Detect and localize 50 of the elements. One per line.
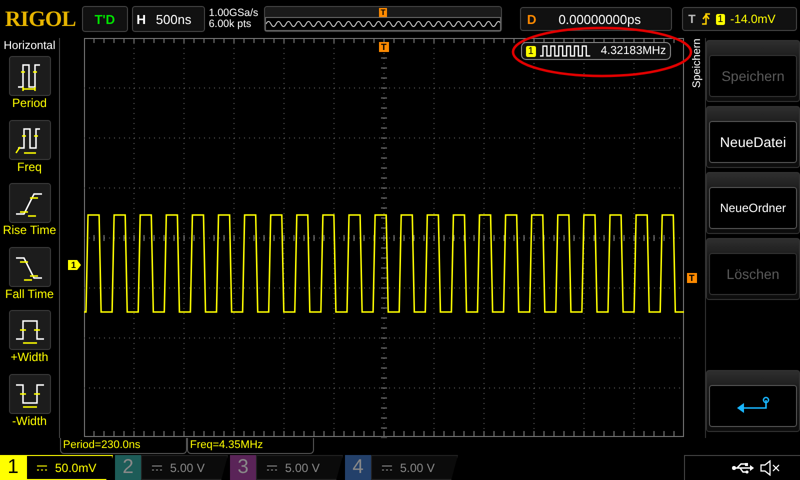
return-arrow-icon xyxy=(735,396,771,416)
measurement-result: Freq=4.35MHz xyxy=(187,438,314,454)
channel-scale: 5.00 V xyxy=(170,460,205,474)
channel-badge: 1 xyxy=(716,14,726,24)
timebase-value: 500ns xyxy=(156,12,192,26)
channel-tab[interactable]: 2 5.00 V xyxy=(115,455,228,480)
channel-badge: 1 xyxy=(526,46,536,56)
channel-tab[interactable]: 1 50.0mV xyxy=(0,455,113,480)
channel-number: 1 xyxy=(0,455,26,480)
channel-number: 4 xyxy=(345,455,371,480)
softkey[interactable]: NeueOrdner xyxy=(706,172,800,234)
channel-tab[interactable]: 4 5.00 V xyxy=(345,455,458,480)
trigger-label: T xyxy=(688,12,696,26)
channel-tab[interactable]: 3 5.00 V xyxy=(230,455,343,480)
dc-coupling-icon xyxy=(152,464,162,470)
memory-depth: 6.00k pts xyxy=(208,19,252,30)
timebase-label: H xyxy=(136,12,146,26)
trigger-marker: T xyxy=(378,8,388,17)
run-state: T'D xyxy=(82,6,128,32)
delay-value: 0.00000000ps xyxy=(558,12,641,26)
dc-coupling-icon xyxy=(382,464,392,470)
channel-number: 2 xyxy=(115,455,141,480)
mute-icon xyxy=(760,460,780,476)
brand-logo: RIGOL xyxy=(5,6,77,32)
trigger-position-marker[interactable]: T xyxy=(379,42,388,52)
channel-number: 3 xyxy=(230,455,256,480)
trigger-box[interactable]: T 1 -14.0mV xyxy=(682,7,797,31)
delay-box[interactable]: D 0.00000000ps xyxy=(520,7,672,31)
delay-label: D xyxy=(527,12,536,26)
channel-scale: 50.0mV xyxy=(55,460,96,474)
square-wave-icon xyxy=(540,45,591,57)
back-button[interactable] xyxy=(706,370,800,432)
channel-marker[interactable]: 1 xyxy=(68,260,82,270)
softkey[interactable]: NeueDatei xyxy=(706,106,800,168)
channel-scale: 5.00 V xyxy=(285,460,320,474)
usb-icon xyxy=(732,462,754,474)
timebase-box[interactable]: H 500ns xyxy=(132,6,205,32)
wave-overview-icon xyxy=(265,17,502,31)
rising-edge-icon xyxy=(700,12,711,26)
trigger-level-marker[interactable]: T xyxy=(687,273,696,283)
measurement-result: Period=230.0ns xyxy=(60,438,187,454)
menu-title: Horizontal xyxy=(4,39,56,53)
menu-title: Speichern xyxy=(690,38,704,90)
measure-button[interactable]: Rise Time xyxy=(2,183,56,246)
dc-coupling-icon xyxy=(37,464,47,470)
sample-rate: 1.00GSa/s xyxy=(208,8,260,19)
channel-scale: 5.00 V xyxy=(400,460,435,474)
counter-value: 4.32183MHz xyxy=(600,45,666,57)
dc-coupling-icon xyxy=(267,464,277,470)
trigger-level: -14.0mV xyxy=(730,12,776,26)
